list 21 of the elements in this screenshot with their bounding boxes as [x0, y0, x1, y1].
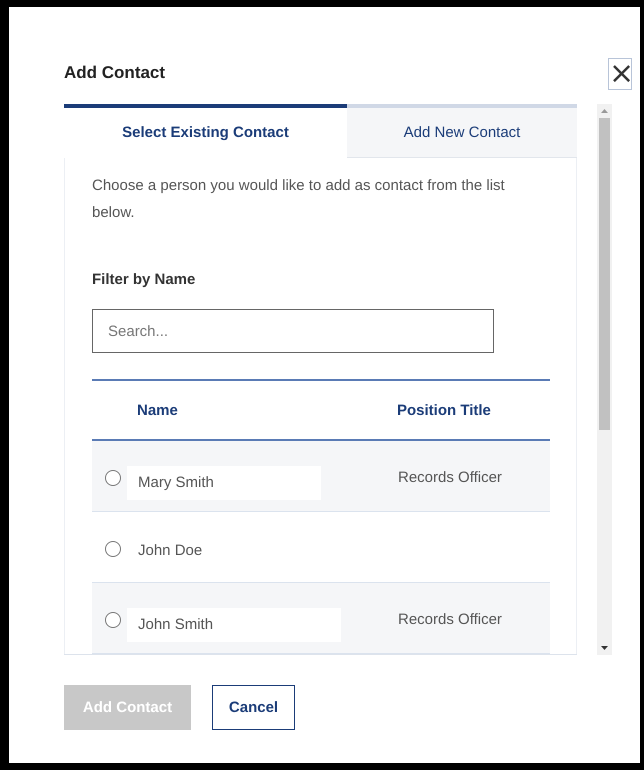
table-cell: Records Officer: [398, 611, 502, 628]
table-cell-text: John Doe: [137, 541, 204, 561]
table-row[interactable]: John Smith Records Officer: [92, 583, 550, 654]
scrollbar-thumb[interactable]: [599, 118, 610, 430]
table-cell: John Smith: [127, 608, 341, 642]
filter-label: Filter by Name: [92, 271, 196, 288]
radio-button[interactable]: [105, 470, 121, 486]
instruction-text: Choose a person you would like to add as contact from the list below.: [92, 176, 506, 223]
scrollbar[interactable]: [597, 104, 612, 655]
radio-button[interactable]: [105, 541, 121, 557]
column-header: Name: [136, 402, 179, 418]
table-row[interactable]: Mary Smith Records Officer: [92, 441, 550, 512]
search-field[interactable]: Search...: [92, 309, 494, 353]
column-header: Position Title: [397, 402, 491, 418]
dialog-title: Add Contact: [64, 62, 166, 84]
table-cell: Mary Smith: [127, 466, 321, 500]
close-button[interactable]: ×: [608, 58, 632, 90]
tab[interactable]: Add New Contact: [347, 104, 577, 158]
radio-button[interactable]: [105, 612, 121, 628]
cancel-button[interactable]: Cancel: [212, 685, 295, 730]
table-cell: Records Officer: [398, 469, 502, 486]
